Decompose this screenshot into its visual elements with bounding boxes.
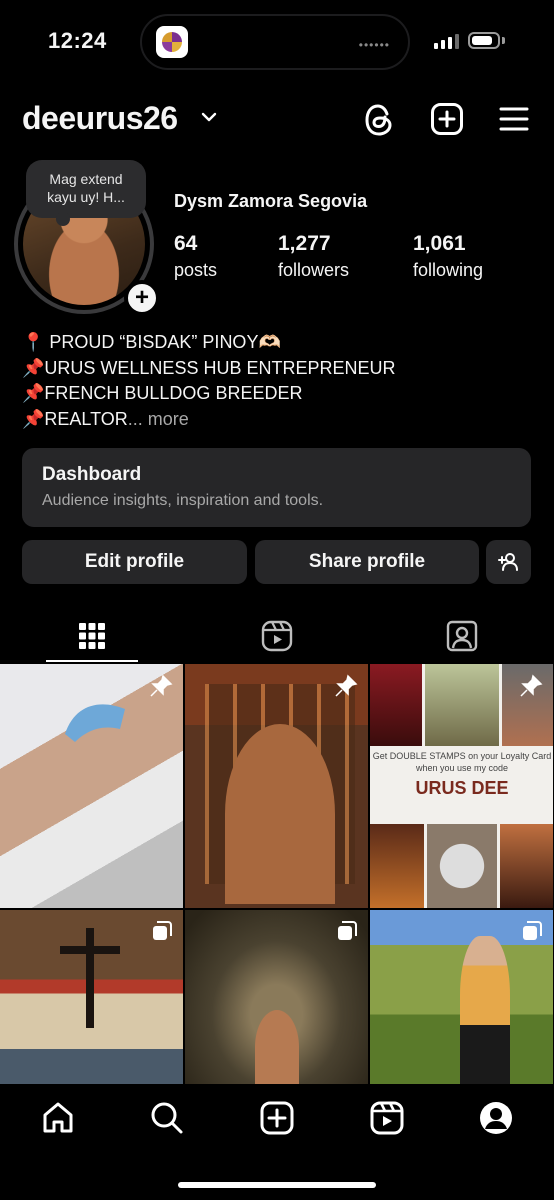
grid-post[interactable] (185, 910, 368, 1084)
reels-nav-icon[interactable] (369, 1100, 405, 1136)
promo-line1: Get DOUBLE STAMPS on your Loyalty Card (372, 751, 552, 761)
search-icon[interactable] (149, 1100, 185, 1136)
menu-icon[interactable] (498, 102, 530, 136)
app-activity-icon (156, 26, 188, 58)
person-shape (460, 936, 510, 1084)
full-name: Dysm Zamora Segovia (174, 191, 368, 211)
followers-count: 1,277 (278, 232, 331, 255)
promo-bottom-photos (370, 824, 553, 908)
pinned-icon (520, 674, 543, 697)
stat-following[interactable]: 1,061 following (413, 232, 483, 281)
status-bar: 12:24 •••••• (0, 0, 554, 80)
tab-reels[interactable] (185, 608, 369, 664)
active-tab-indicator (46, 660, 138, 662)
pinned-icon (150, 674, 173, 697)
posts-count: 64 (174, 232, 198, 255)
chevron-down-icon[interactable] (200, 110, 218, 124)
promo-text: Get DOUBLE STAMPS on your Loyalty Card w… (370, 750, 553, 774)
share-profile-button[interactable]: Share profile (255, 540, 479, 584)
grid-post[interactable] (0, 664, 183, 908)
stat-posts[interactable]: 64 posts (174, 232, 217, 281)
threads-icon[interactable] (363, 102, 395, 138)
carousel-icon (523, 921, 542, 940)
edit-profile-button[interactable]: Edit profile (22, 540, 247, 584)
dashboard-subtitle: Audience insights, inspiration and tools… (42, 492, 324, 509)
add-person-icon (497, 553, 518, 571)
username-switcher[interactable]: deeurus26 (22, 100, 178, 137)
tagged-icon (446, 620, 478, 652)
content-tabs (0, 608, 554, 664)
battery-icon (468, 32, 500, 49)
bio: 📍 PROUD “BISDAK” PINOY🫶🏻 📌URUS WELLNESS … (22, 330, 395, 432)
profile-note[interactable]: Mag extend kayu uy! H... (26, 160, 146, 226)
posts-label: posts (174, 260, 218, 280)
profile-icon[interactable] (478, 1100, 514, 1136)
cross-arm (60, 946, 120, 954)
promo-code: URUS DEE (415, 778, 509, 798)
promo-line2: when you use my code (415, 763, 509, 773)
discover-people-button[interactable] (486, 540, 531, 584)
glove-shape (65, 704, 125, 742)
bio-line-last: 📌REALTOR... more (22, 407, 395, 433)
grid-post[interactable] (185, 664, 368, 908)
pinned-icon (335, 674, 358, 697)
profile-header: deeurus26 (0, 96, 554, 146)
dashboard-card[interactable]: Dashboard Audience insights, inspiration… (22, 448, 531, 527)
cross-shape (86, 928, 94, 1028)
person-shape (255, 1010, 299, 1084)
grid-post[interactable] (370, 910, 553, 1084)
tab-tagged[interactable] (370, 608, 554, 664)
bio-line: 📌URUS WELLNESS HUB ENTREPRENEUR (22, 357, 396, 378)
following-label: following (413, 260, 484, 280)
create-icon[interactable] (430, 102, 464, 136)
add-story-icon[interactable]: + (124, 280, 160, 316)
bio-more-link[interactable]: ... more (128, 409, 189, 429)
dynamic-island[interactable]: •••••• (140, 14, 410, 70)
carousel-icon (153, 921, 172, 940)
followers-label: followers (278, 260, 350, 280)
carousel-icon (338, 921, 357, 940)
person-shape (225, 724, 335, 904)
battery-cap (502, 37, 505, 44)
home-indicator[interactable] (178, 1182, 376, 1188)
tab-posts[interactable] (0, 608, 184, 664)
home-icon[interactable] (40, 1100, 76, 1136)
clock: 12:24 (48, 28, 107, 53)
reels-icon (261, 620, 293, 652)
activity-dots: •••••• (358, 38, 390, 52)
dashboard-title: Dashboard (42, 464, 142, 485)
plus-icon[interactable] (259, 1100, 295, 1136)
grid-post[interactable]: Get DOUBLE STAMPS on your Loyalty Card w… (370, 664, 553, 908)
bio-line: 📌REALTOR (22, 408, 128, 429)
stat-followers[interactable]: 1,277 followers (278, 232, 349, 281)
grid-icon (79, 623, 105, 649)
signal-icon (434, 34, 459, 49)
grid-post[interactable] (0, 910, 183, 1084)
following-count: 1,061 (413, 232, 466, 255)
bio-line: 📍 PROUD “BISDAK” PINOY🫶🏻 (22, 332, 281, 352)
bio-line: 📌FRENCH BULLDOG BREEDER (22, 383, 303, 403)
